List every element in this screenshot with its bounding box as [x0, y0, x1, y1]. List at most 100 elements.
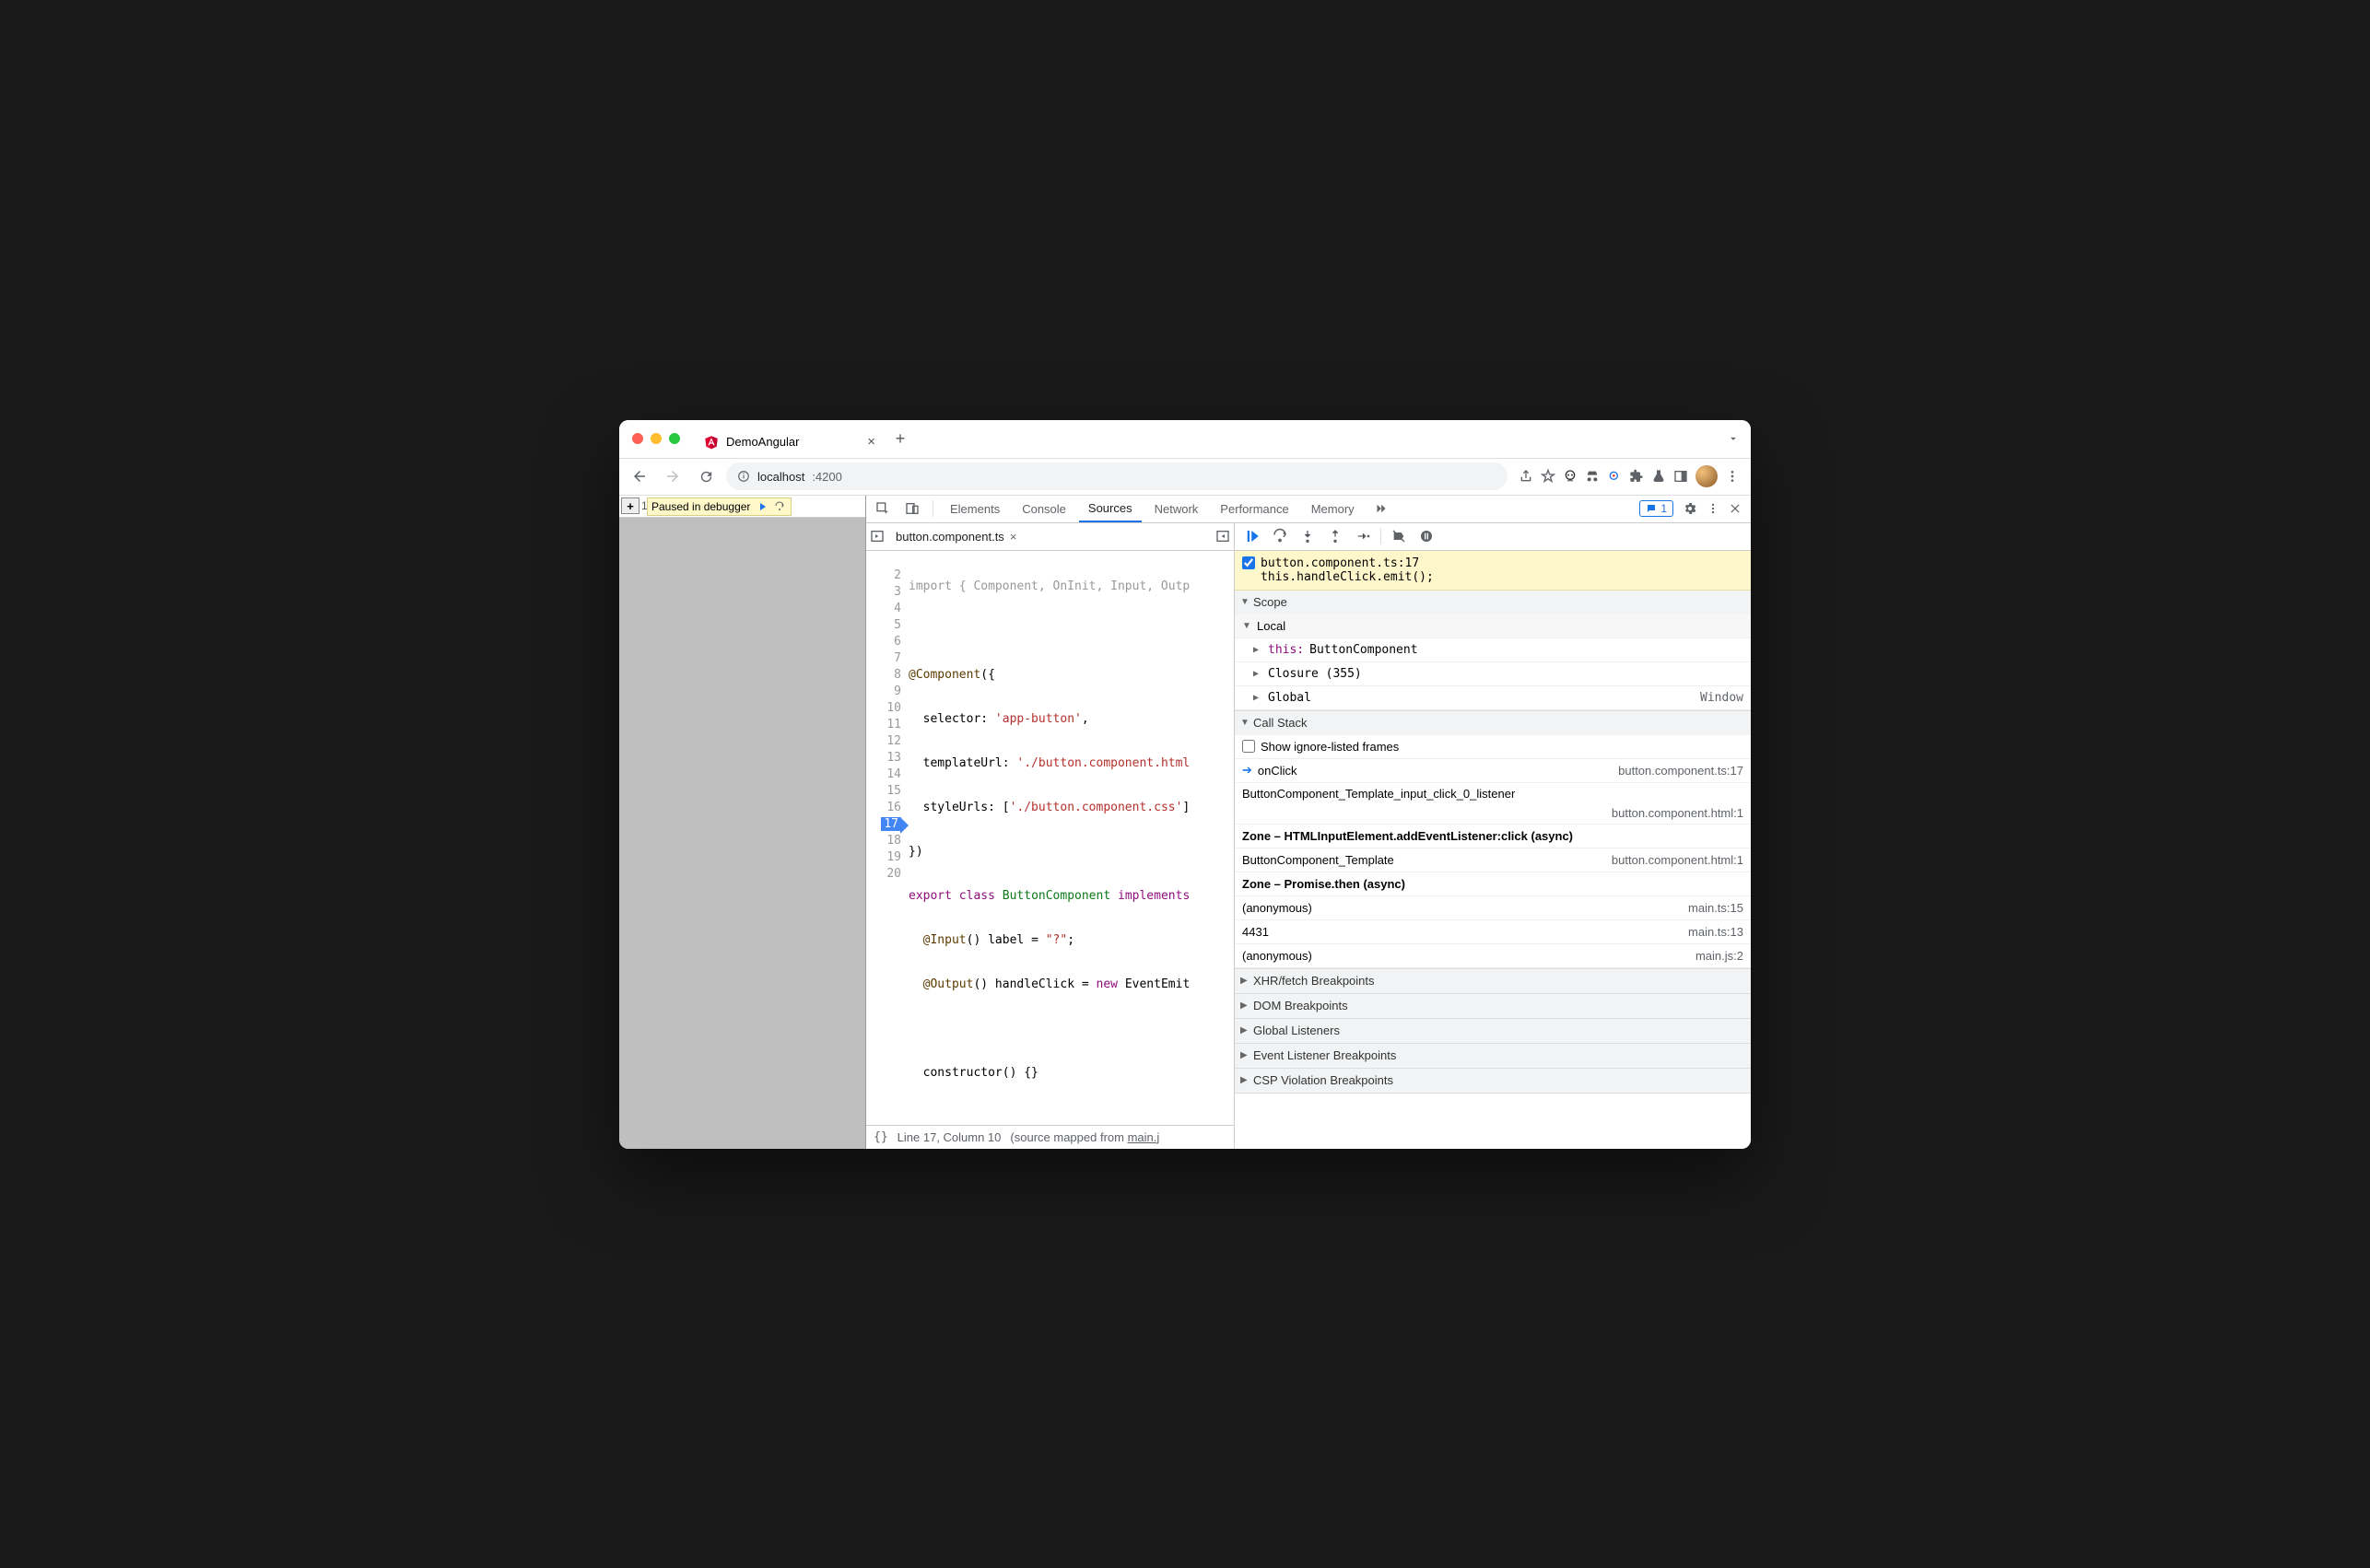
gutter-line[interactable]: 12	[872, 733, 901, 750]
menu-kebab-icon[interactable]	[1725, 469, 1740, 484]
scope-local-header[interactable]: ▼Local	[1235, 614, 1751, 638]
stack-frame[interactable]: ➔onClickbutton.component.ts:17	[1235, 759, 1751, 783]
device-toggle-icon[interactable]	[899, 496, 925, 521]
gutter-line[interactable]	[872, 551, 901, 568]
breakpoint-checkbox[interactable]	[1242, 556, 1255, 569]
close-tab-icon[interactable]: ×	[867, 434, 875, 450]
code-area[interactable]: 2 3 4 5 6 7 8 9 10 11 12 13 14	[866, 551, 1234, 1125]
cursor-position: Line 17, Column 10	[898, 1130, 1002, 1144]
tab-sources[interactable]: Sources	[1079, 495, 1142, 522]
expand-tabs-icon[interactable]	[1727, 432, 1751, 445]
gutter-line[interactable]: 9	[872, 684, 901, 700]
step-over-button[interactable]	[1270, 526, 1290, 546]
gutter-line[interactable]: 14	[872, 766, 901, 783]
show-ignored-checkbox[interactable]	[1242, 740, 1255, 753]
paused-overlay: Paused in debugger	[647, 497, 792, 516]
profile-avatar[interactable]	[1695, 465, 1718, 487]
resume-button[interactable]	[1242, 526, 1262, 546]
resume-pill-icon[interactable]	[754, 500, 768, 513]
gutter-line[interactable]: 8	[872, 667, 901, 684]
gutter-line[interactable]: 3	[872, 584, 901, 601]
code-line: })	[907, 844, 1234, 860]
gutter-line[interactable]: 6	[872, 634, 901, 650]
breakpoint-file[interactable]: button.component.ts:17	[1261, 556, 1419, 570]
gutter-line[interactable]: 19	[872, 849, 901, 866]
gutter-line[interactable]: 7	[872, 650, 901, 667]
share-icon[interactable]	[1519, 469, 1533, 484]
ext-labs-icon[interactable]	[1651, 469, 1666, 484]
tab-network[interactable]: Network	[1145, 495, 1208, 522]
more-files-icon[interactable]	[1215, 529, 1230, 544]
source-map-link[interactable]: main.j	[1128, 1130, 1160, 1144]
callstack-header[interactable]: ▼Call Stack	[1235, 711, 1751, 735]
devtools-body: button.component.ts × 2 3 4 5 6	[866, 523, 1751, 1149]
gutter-line[interactable]: 11	[872, 717, 901, 733]
ext-incognito-icon[interactable]	[1585, 469, 1600, 484]
code-line: styleUrls: ['./button.component.css']	[907, 800, 1234, 816]
browser-window: DemoAngular × + localhost:4200	[619, 420, 1751, 1149]
gutter-line[interactable]: 4	[872, 601, 901, 617]
scope-header[interactable]: ▼Scope	[1235, 591, 1751, 614]
deactivate-breakpoints-button[interactable]	[1389, 526, 1409, 546]
inspect-element-icon[interactable]	[870, 496, 896, 521]
tab-elements[interactable]: Elements	[941, 495, 1009, 522]
gutter-line[interactable]: 5	[872, 617, 901, 634]
address-bar[interactable]: localhost:4200	[726, 462, 1508, 490]
minimize-window-button[interactable]	[651, 433, 662, 444]
tab-performance[interactable]: Performance	[1211, 495, 1297, 522]
settings-gear-icon[interactable]	[1683, 501, 1697, 516]
issues-chip[interactable]: 1	[1639, 500, 1673, 517]
new-tab-button[interactable]: +	[886, 429, 914, 449]
extensions-puzzle-icon[interactable]	[1629, 469, 1644, 484]
dom-breakpoints-header[interactable]: ▶DOM Breakpoints	[1235, 994, 1751, 1018]
gutter-line[interactable]: 20	[872, 866, 901, 883]
stack-frame[interactable]: ButtonComponent_Templatebutton.component…	[1235, 848, 1751, 872]
navigator-toggle-icon[interactable]	[870, 529, 885, 544]
stack-frame[interactable]: (anonymous)main.ts:15	[1235, 896, 1751, 920]
back-button[interactable]	[627, 463, 652, 489]
gutter-line[interactable]: 18	[872, 833, 901, 849]
maximize-window-button[interactable]	[669, 433, 680, 444]
stack-frame[interactable]: (anonymous)main.js:2	[1235, 944, 1751, 968]
step-pill-icon[interactable]	[772, 500, 787, 513]
step-into-button[interactable]	[1297, 526, 1318, 546]
step-button[interactable]	[1353, 526, 1373, 546]
code-line	[907, 1021, 1234, 1037]
gutter-line[interactable]: 10	[872, 700, 901, 717]
ext-panel-icon[interactable]	[1673, 469, 1688, 484]
stack-frame[interactable]: 4431main.ts:13	[1235, 920, 1751, 944]
xhr-breakpoints-header[interactable]: ▶XHR/fetch Breakpoints	[1235, 969, 1751, 993]
tab-console[interactable]: Console	[1013, 495, 1075, 522]
forward-button[interactable]	[660, 463, 686, 489]
gutter-line[interactable]: 16	[872, 800, 901, 816]
gutter-line[interactable]: 13	[872, 750, 901, 766]
debugger-pane: button.component.ts:17 this.handleClick.…	[1235, 523, 1751, 1149]
add-button[interactable]: +	[621, 497, 639, 514]
scope-global[interactable]: ▶GlobalWindow	[1235, 686, 1751, 710]
bookmark-star-icon[interactable]	[1541, 469, 1555, 484]
gutter-line-breakpoint[interactable]: 17	[872, 816, 901, 833]
gutter-line[interactable]: 15	[872, 783, 901, 800]
tab-memory[interactable]: Memory	[1302, 495, 1364, 522]
close-window-button[interactable]	[632, 433, 643, 444]
scope-closure[interactable]: ▶Closure (355)	[1235, 662, 1751, 686]
step-out-button[interactable]	[1325, 526, 1345, 546]
stack-frame[interactable]: ButtonComponent_Template_input_click_0_l…	[1235, 783, 1751, 825]
reload-button[interactable]	[693, 463, 719, 489]
global-listeners-header[interactable]: ▶Global Listeners	[1235, 1019, 1751, 1043]
show-ignored-row[interactable]: Show ignore-listed frames	[1235, 735, 1751, 759]
close-devtools-icon[interactable]	[1729, 502, 1742, 515]
pause-exceptions-button[interactable]	[1416, 526, 1437, 546]
editor-file-tab[interactable]: button.component.ts ×	[890, 530, 1022, 544]
more-tabs-icon[interactable]	[1367, 496, 1393, 521]
ext-lens-icon[interactable]	[1607, 469, 1622, 484]
ext-skull-icon[interactable]	[1563, 469, 1578, 484]
scope-this[interactable]: ▶this: ButtonComponent	[1235, 638, 1751, 662]
gutter-line[interactable]: 2	[872, 568, 901, 584]
devtools-kebab-icon[interactable]	[1707, 502, 1719, 515]
editor-tab-close-icon[interactable]: ×	[1010, 530, 1017, 544]
pretty-print-icon[interactable]: {}	[874, 1130, 888, 1144]
event-listener-breakpoints-header[interactable]: ▶Event Listener Breakpoints	[1235, 1044, 1751, 1068]
csp-breakpoints-header[interactable]: ▶CSP Violation Breakpoints	[1235, 1069, 1751, 1093]
browser-tab[interactable]: DemoAngular ×	[693, 427, 886, 458]
